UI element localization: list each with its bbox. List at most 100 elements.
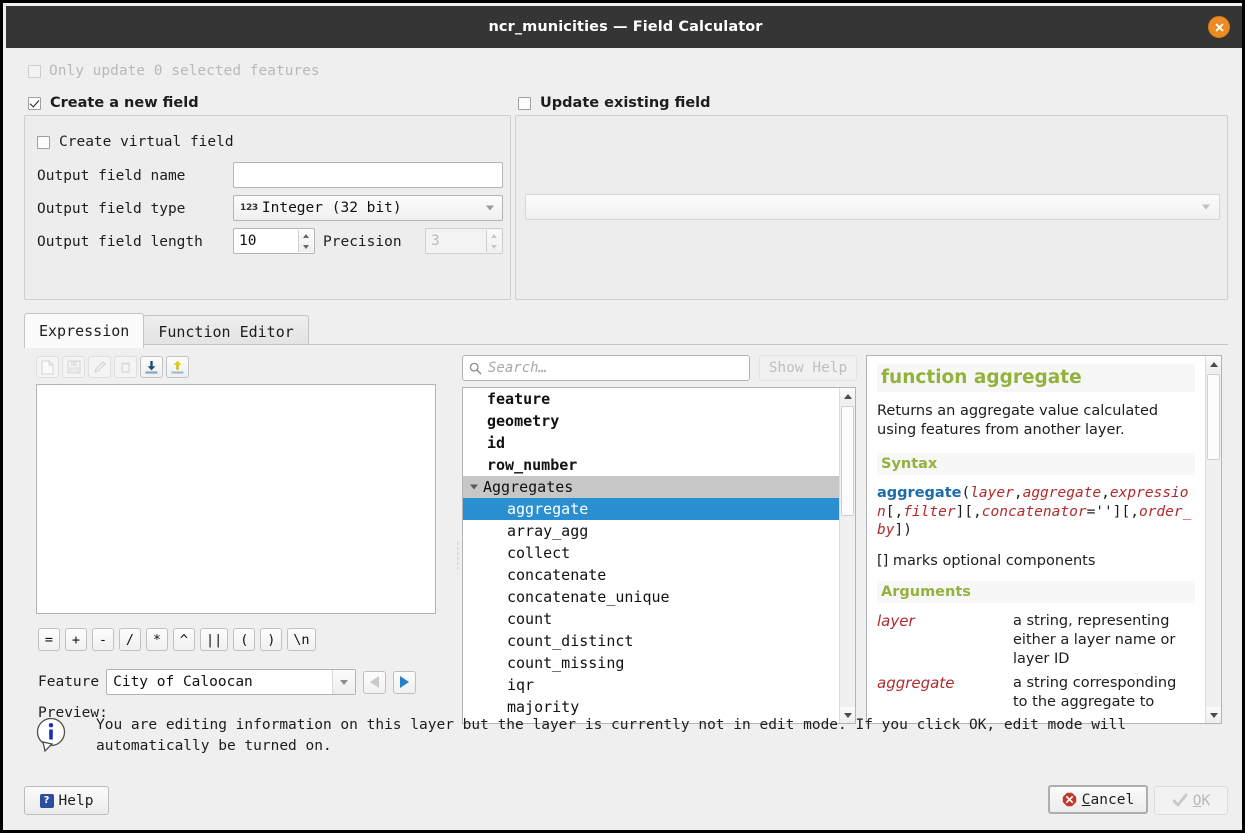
only-update-selected-checkbox: Only update 0 selected features: [28, 63, 320, 79]
chevron-down-icon: [486, 206, 494, 211]
expression-tab-panel: = + - / * ^ || ( ) \n Feature City of Ca…: [24, 344, 1228, 733]
scroll-up-icon[interactable]: [1206, 356, 1221, 372]
save-expression-icon: [62, 356, 85, 378]
list-item[interactable]: array_agg: [463, 520, 839, 542]
operator-minus-button[interactable]: -: [92, 628, 114, 651]
info-message: You are editing information on this laye…: [96, 715, 1216, 757]
list-item[interactable]: iqr: [463, 674, 839, 696]
question-icon: ?: [40, 794, 54, 808]
previous-feature-button: [363, 671, 386, 694]
list-item[interactable]: aggregate: [463, 498, 839, 520]
help-argument-desc: a string, representing either a layer na…: [1013, 612, 1195, 669]
feature-selector-row: Feature City of Caloocan: [38, 669, 416, 695]
list-item[interactable]: id: [463, 432, 839, 454]
function-list[interactable]: feature geometry id row_number Aggregate…: [462, 387, 856, 724]
list-group-aggregates[interactable]: Aggregates: [463, 476, 839, 498]
help-button-label: Help: [59, 793, 94, 809]
output-field-length-stepper[interactable]: 10: [233, 228, 315, 254]
numeric-type-icon: 123: [240, 203, 258, 213]
list-item[interactable]: geometry: [463, 410, 839, 432]
checkbox-box: [28, 97, 41, 110]
list-item[interactable]: row_number: [463, 454, 839, 476]
chevron-down-icon[interactable]: [470, 485, 478, 490]
operator-buttons: = + - / * ^ || ( ) \n: [38, 628, 316, 651]
output-field-name-label: Output field name: [37, 168, 185, 184]
chevron-left-icon: [370, 676, 379, 688]
create-virtual-field-checkbox[interactable]: Create virtual field: [37, 134, 234, 150]
output-field-name-input[interactable]: [233, 162, 503, 188]
operator-open-paren-button[interactable]: (: [233, 628, 255, 651]
tab-bar: Expression Function Editor: [24, 313, 308, 348]
edit-expression-icon: [88, 356, 111, 378]
search-input[interactable]: Search…: [462, 355, 750, 381]
existing-field-value: [526, 198, 533, 214]
expression-toolbar: [36, 356, 189, 378]
operator-concat-button[interactable]: ||: [200, 628, 228, 651]
next-feature-button[interactable]: [393, 671, 416, 694]
output-field-type-value: Integer (32 bit): [262, 200, 402, 216]
create-virtual-field-label: Create virtual field: [59, 134, 234, 150]
operator-equals-button[interactable]: =: [38, 628, 60, 651]
list-item[interactable]: feature: [463, 388, 839, 410]
update-existing-field-label: Update existing field: [540, 95, 711, 111]
output-field-type-label: Output field type: [37, 201, 185, 217]
create-new-field-checkbox[interactable]: Create a new field: [28, 95, 199, 111]
delete-expression-icon: [114, 356, 137, 378]
search-icon: [469, 362, 482, 375]
help-button[interactable]: ? Help: [24, 786, 109, 815]
help-argument-row: layer a string, representing either a la…: [877, 612, 1195, 669]
list-item[interactable]: count: [463, 608, 839, 630]
list-item[interactable]: count_distinct: [463, 630, 839, 652]
feature-value: City of Caloocan: [113, 674, 253, 690]
help-syntax: aggregate(layer,aggregate,expression[,fi…: [877, 484, 1195, 540]
operator-newline-button[interactable]: \n: [287, 628, 315, 651]
checkbox-box: [518, 97, 531, 110]
cancel-icon: [1062, 792, 1077, 807]
info-icon: [32, 715, 70, 753]
import-expressions-icon[interactable]: [140, 356, 163, 378]
output-field-length-value: 10: [239, 233, 256, 249]
checkbox-box: [37, 136, 50, 149]
new-field-group: Create virtual field Output field name O…: [24, 115, 511, 300]
dialog-body: Only update 0 selected features Create a…: [6, 48, 1245, 788]
list-item[interactable]: collect: [463, 542, 839, 564]
check-icon: [1172, 793, 1188, 808]
operator-plus-button[interactable]: +: [65, 628, 87, 651]
title-bar: ncr_municities — Field Calculator: [6, 6, 1245, 48]
operator-multiply-button[interactable]: *: [146, 628, 168, 651]
help-argument-name: layer: [877, 612, 1013, 669]
chevron-down-icon[interactable]: [332, 670, 355, 694]
stepper-buttons: [486, 230, 501, 252]
output-field-length-label: Output field length: [37, 234, 203, 250]
operator-close-paren-button[interactable]: ): [260, 628, 282, 651]
tab-expression[interactable]: Expression: [24, 313, 144, 348]
scrollbar-thumb[interactable]: [841, 406, 854, 516]
operator-divide-button[interactable]: /: [119, 628, 141, 651]
list-item[interactable]: concatenate: [463, 564, 839, 586]
splitter-grip: [457, 541, 459, 569]
only-update-selected-label: Only update 0 selected features: [49, 63, 320, 79]
chevron-down-icon: [1202, 205, 1210, 210]
show-help-button: Show Help: [759, 355, 857, 381]
existing-field-combo: [525, 194, 1220, 220]
feature-combo[interactable]: City of Caloocan: [106, 669, 356, 695]
close-icon[interactable]: [1208, 16, 1230, 38]
help-optional-note: [] marks optional components: [877, 553, 1195, 569]
help-description: Returns an aggregate value calculated us…: [877, 402, 1195, 440]
list-item[interactable]: count_missing: [463, 652, 839, 674]
export-expressions-icon[interactable]: [166, 356, 189, 378]
update-existing-field-checkbox[interactable]: Update existing field: [518, 95, 711, 111]
list-item[interactable]: concatenate_unique: [463, 586, 839, 608]
chevron-right-icon: [400, 676, 409, 688]
function-list-scrollbar[interactable]: [839, 388, 855, 723]
cancel-button[interactable]: Cancel: [1048, 785, 1148, 814]
expression-editor[interactable]: [36, 384, 436, 614]
help-scrollbar[interactable]: [1205, 356, 1221, 723]
scrollbar-thumb[interactable]: [1207, 374, 1220, 460]
operator-power-button[interactable]: ^: [173, 628, 195, 651]
stepper-buttons[interactable]: [298, 230, 313, 252]
scroll-up-icon[interactable]: [840, 388, 855, 404]
precision-value: 3: [431, 233, 440, 249]
info-bar: You are editing information on this laye…: [6, 703, 1245, 771]
output-field-type-combo[interactable]: 123 Integer (32 bit): [233, 195, 503, 221]
